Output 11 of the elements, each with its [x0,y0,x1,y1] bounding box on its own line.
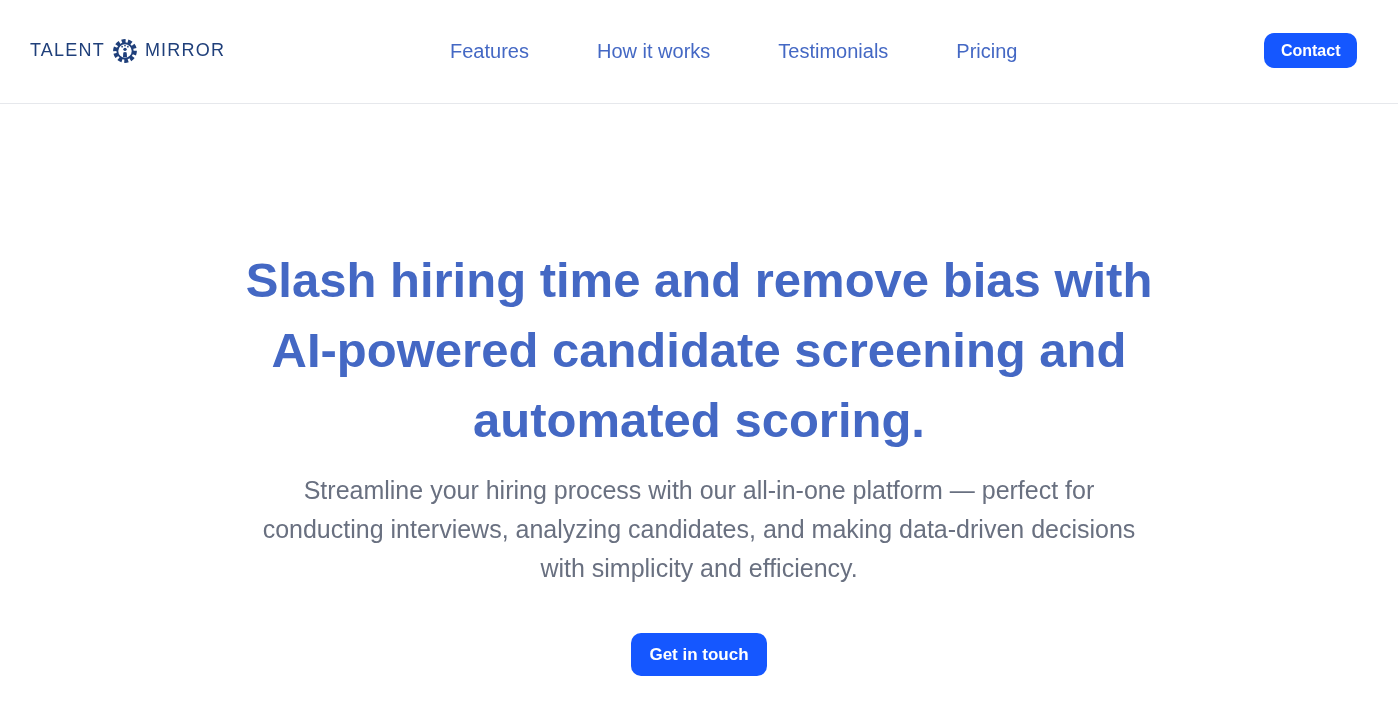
logo-text: MIRROR [144,40,226,61]
nav-link[interactable]: Testimonials [778,40,889,63]
hero-headline: Slash hiring time and remove bias with AI-powered candidate screening and automated scoring. [244,252,1154,449]
get-in-touch-button[interactable]: Get in touch [631,633,767,676]
hero-subtitle: Streamline your hiring process with our all-in-one platform — perfect for conducting interviews, analyzing candidates, and making data-driven decisions with simplicity and efficiency. [261,475,1137,584]
contact-button[interactable]: Contact [1263,33,1358,68]
nav-link[interactable]: Features [450,40,529,63]
logo-text: TALENT [30,40,105,61]
gear-person-icon [112,38,137,63]
nav-link[interactable]: Pricing [956,40,1018,63]
nav-link[interactable]: How it works [596,40,711,63]
